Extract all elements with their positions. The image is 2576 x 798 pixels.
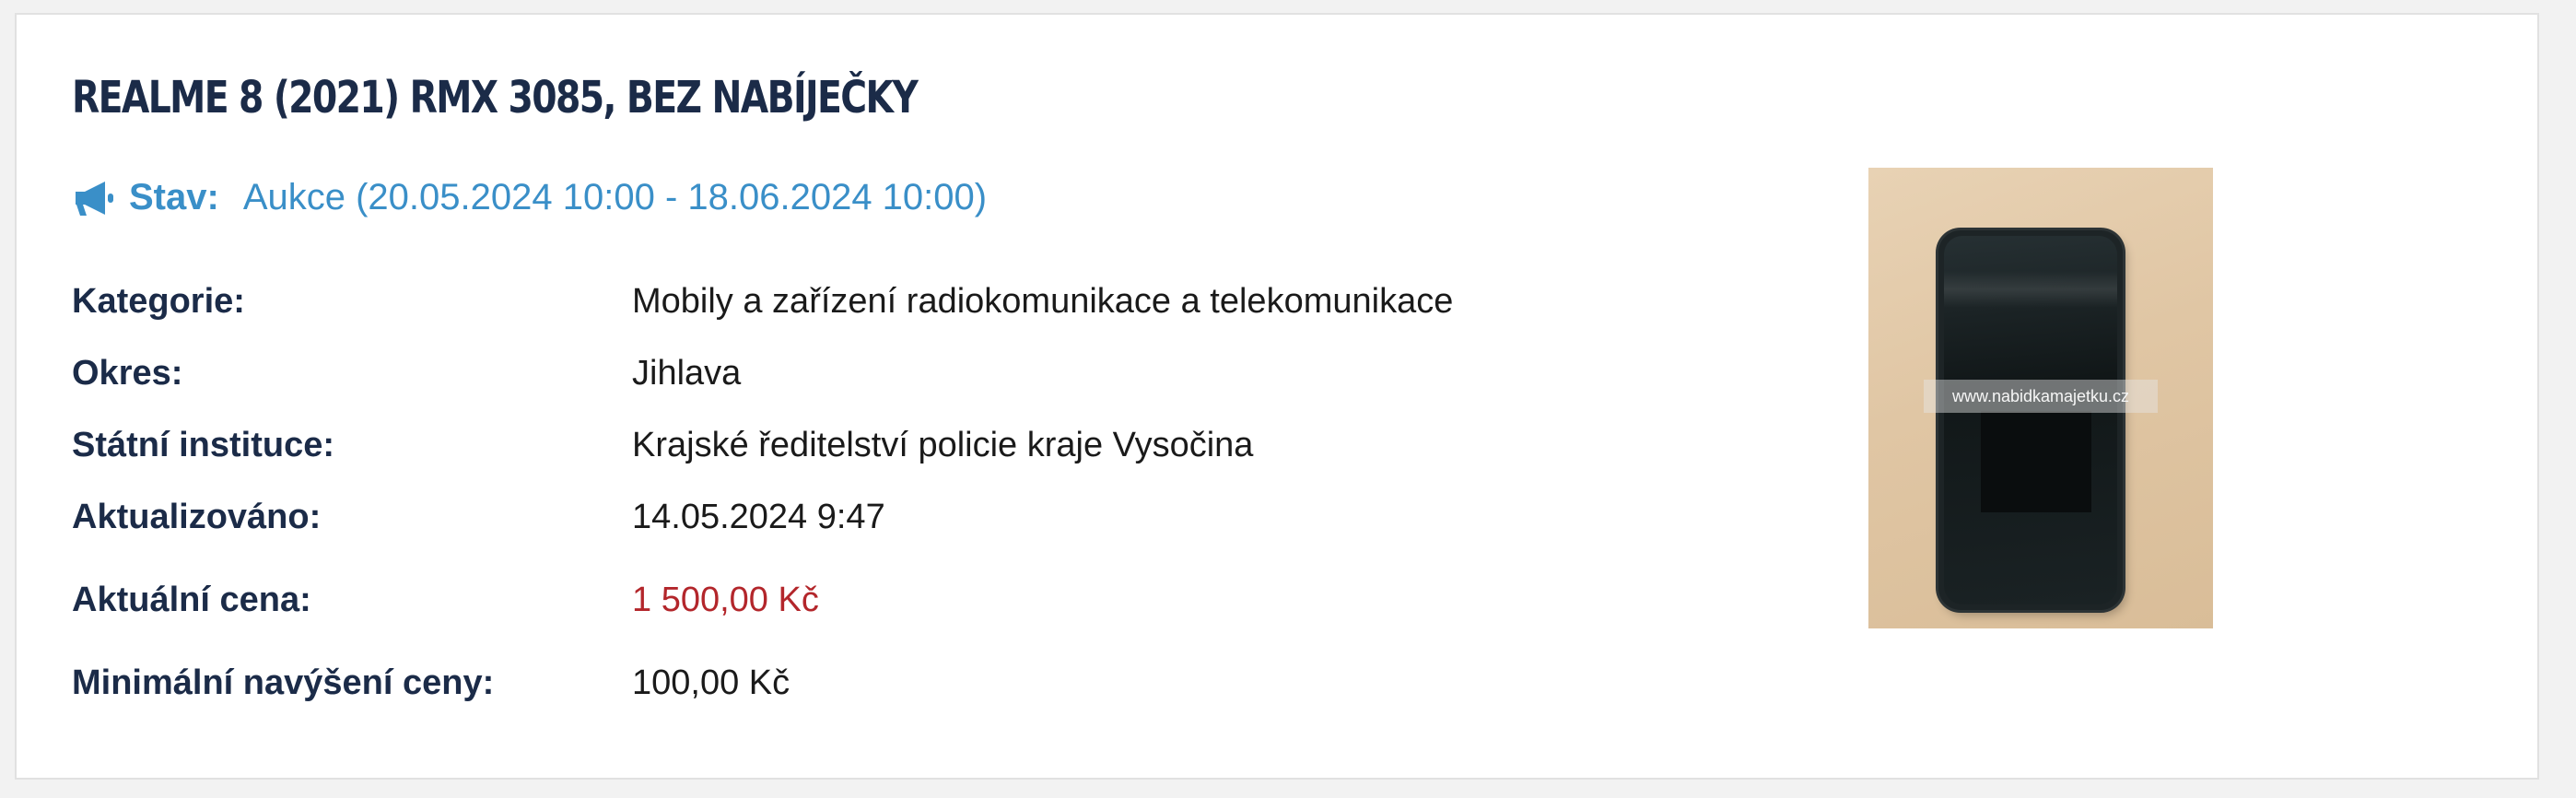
item-photo[interactable]: www.nabidkamajetku.cz xyxy=(1868,168,2213,628)
phone-image xyxy=(1938,230,2123,610)
item-title[interactable]: REALME 8 (2021) RMX 3085, BEZ NABÍJEČKY xyxy=(72,72,919,123)
status-label: Stav: xyxy=(129,177,219,217)
detail-key: Aktuální cena: xyxy=(72,581,311,619)
megaphone-icon xyxy=(72,178,118,218)
detail-key: Kategorie: xyxy=(72,282,245,321)
current-price-value: 1 500,00 Kč xyxy=(632,581,819,619)
detail-value: Jihlava xyxy=(632,354,742,393)
detail-value: 14.05.2024 9:47 xyxy=(632,498,885,536)
photo-watermark: www.nabidkamajetku.cz xyxy=(1924,380,2158,413)
auction-item-card: REALME 8 (2021) RMX 3085, BEZ NABÍJEČKY … xyxy=(15,13,2539,780)
detail-value: 100,00 Kč xyxy=(632,663,790,702)
detail-key: Státní instituce: xyxy=(72,426,335,464)
detail-key: Minimální navýšení ceny: xyxy=(72,663,495,702)
detail-value: Krajské ředitelství policie kraje Vysoči… xyxy=(632,426,1254,464)
status-value: Aukce (20.05.2024 10:00 - 18.06.2024 10:… xyxy=(242,177,988,217)
detail-value: Mobily a zařízení radiokomunikace a tele… xyxy=(632,282,1454,321)
detail-key: Aktualizováno: xyxy=(72,498,322,536)
detail-key: Okres: xyxy=(72,354,183,393)
auction-status: Stav: Aukce (20.05.2024 10:00 - 18.06.20… xyxy=(72,177,987,218)
